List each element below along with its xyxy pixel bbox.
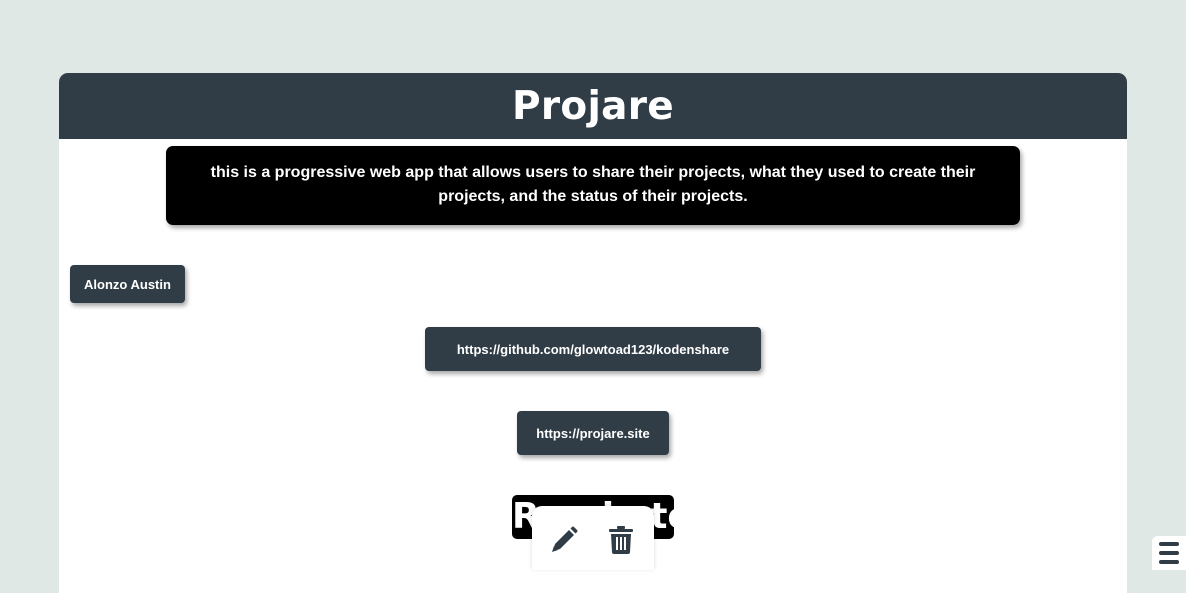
edit-button[interactable] <box>546 522 582 558</box>
menu-button[interactable] <box>1152 536 1186 570</box>
hamburger-menu-icon <box>1159 542 1179 564</box>
actions-bar <box>532 506 654 570</box>
trash-icon <box>609 526 633 554</box>
author-name[interactable]: Alonzo Austin <box>70 265 185 303</box>
app-title: Projare <box>511 83 675 129</box>
site-link[interactable]: https://projare.site <box>517 411 669 455</box>
project-description: this is a progressive web app that allow… <box>166 146 1020 225</box>
repo-link[interactable]: https://github.com/glowtoad123/kodenshar… <box>425 327 761 371</box>
pencil-icon <box>552 526 578 552</box>
card-header: Projare <box>59 73 1127 139</box>
delete-button[interactable] <box>603 522 639 558</box>
